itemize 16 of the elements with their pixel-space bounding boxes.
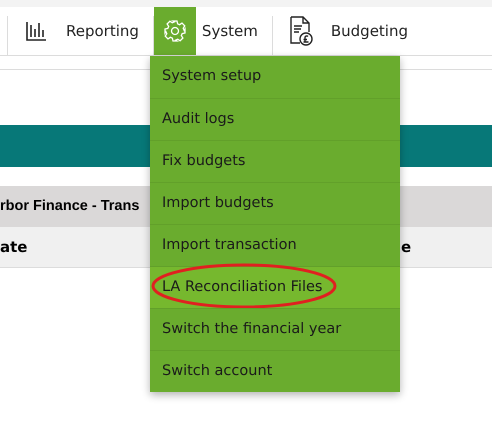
bar-chart-icon — [25, 20, 47, 42]
column-header: e — [401, 236, 412, 258]
nav-tab[interactable]: Budgeting — [272, 7, 408, 55]
menu-item[interactable]: Switch the financial year — [150, 308, 400, 350]
panel-title: rbor Finance - Trans — [0, 196, 140, 216]
column-header: ate — [0, 236, 28, 258]
menu-item[interactable]: Fix budgets — [150, 140, 400, 182]
menu-item[interactable]: Switch account — [150, 350, 400, 392]
pound-document-icon — [288, 16, 313, 46]
nav-tab[interactable]: Reporting — [8, 7, 139, 55]
menu-item[interactable]: System setup — [150, 56, 400, 98]
settings-icon — [162, 19, 187, 43]
menu-item[interactable]: Import budgets — [150, 182, 400, 224]
menu-item[interactable]: Audit logs — [150, 98, 400, 140]
menu-item[interactable]: LA Reconciliation Files — [150, 266, 400, 308]
nav-tab[interactable]: System — [154, 7, 258, 55]
